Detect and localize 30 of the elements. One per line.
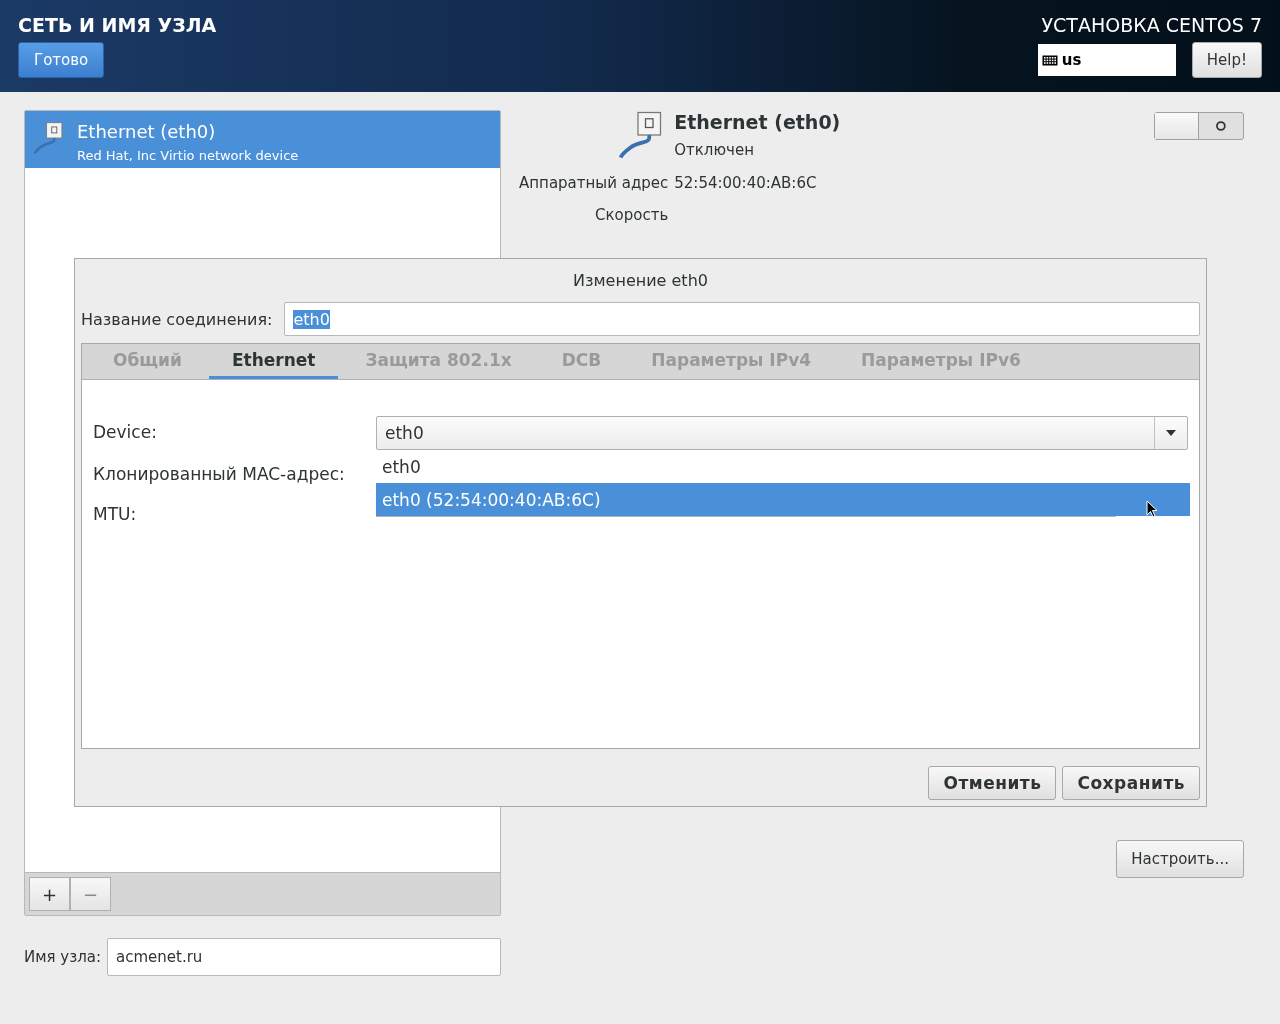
device-name: Ethernet (eth0)	[77, 121, 217, 142]
power-switch[interactable]	[1154, 112, 1244, 140]
off-icon	[1215, 120, 1227, 132]
page-title: СЕТЬ И ИМЯ УЗЛА	[18, 14, 217, 36]
detail-label: Аппаратный адрес	[519, 174, 669, 192]
hostname-field[interactable]: acmenet.ru	[107, 938, 501, 976]
product-title: УСТАНОВКА CENTOS 7	[1041, 14, 1262, 36]
detail-label: Скорость	[594, 206, 669, 224]
device-name: Ethernet (eth0)	[674, 111, 841, 133]
hostname-label: Имя узла:	[24, 948, 101, 966]
add-button[interactable]: +	[29, 877, 70, 911]
detail-value: 52:54:00:40:AB:6C	[674, 174, 818, 192]
device-dropdown[interactable]: eth0	[376, 416, 1188, 450]
field-label: MTU:	[93, 503, 138, 526]
tab[interactable]: Ethernet	[208, 344, 339, 379]
mouse-pointer-icon	[1146, 500, 1158, 518]
dialog-title: Изменение eth0	[573, 270, 708, 290]
configure-button[interactable]: Настроить...	[1116, 840, 1244, 878]
device-status: Отключен	[674, 141, 755, 159]
keyboard-icon	[1041, 54, 1058, 66]
save-button[interactable]: Сохранить	[1062, 766, 1200, 800]
connection-name-label: Название соединения:	[81, 309, 273, 329]
field-label: Клонированный MAC-адрес:	[93, 463, 346, 486]
dropdown-option[interactable]: eth0	[376, 451, 1190, 483]
help-button[interactable]: Help!	[1191, 42, 1262, 78]
cancel-button[interactable]: Отменить	[928, 766, 1057, 800]
caret-icon	[1166, 430, 1176, 436]
keyboard-layout-indicator[interactable]: us	[1037, 44, 1176, 76]
field-label: Device:	[93, 421, 158, 444]
device-description: Red Hat, Inc Virtio network device	[77, 148, 299, 163]
